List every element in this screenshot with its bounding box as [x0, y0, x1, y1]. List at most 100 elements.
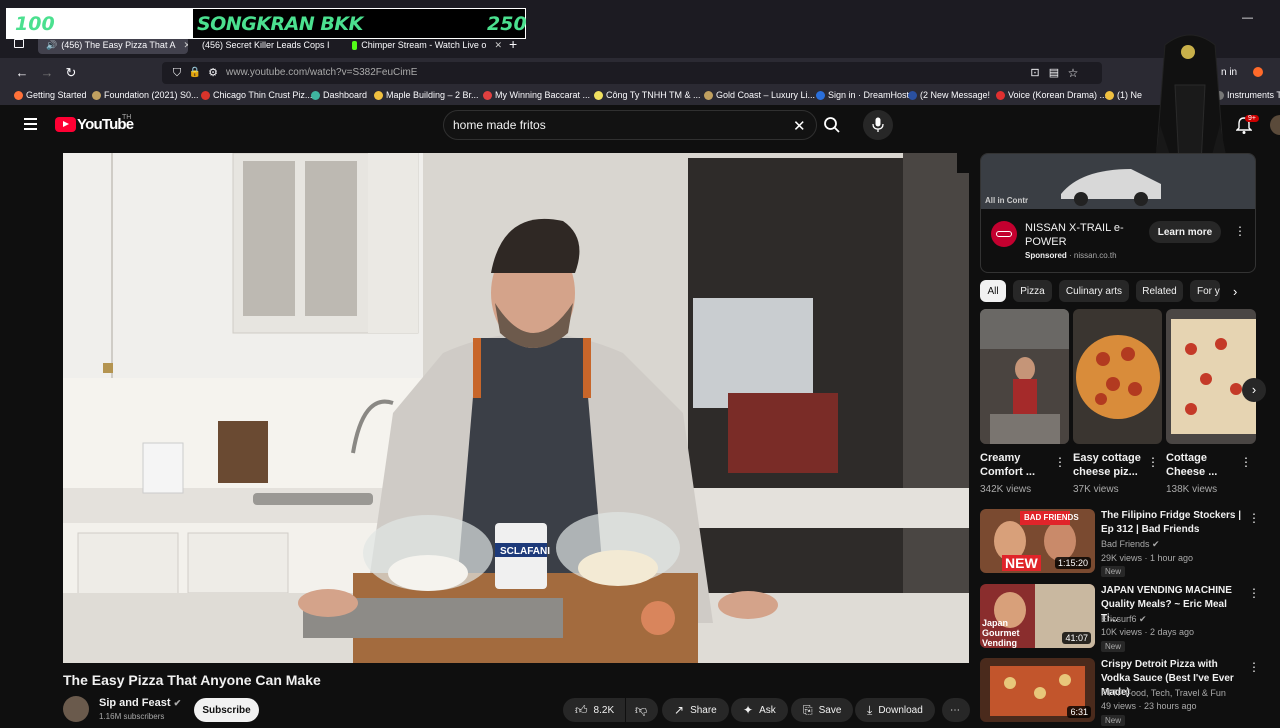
tab-list-icon[interactable]	[14, 39, 24, 48]
video-corner	[957, 153, 969, 173]
verified-icon: ✔	[1139, 614, 1147, 624]
bookmark-item[interactable]: (1) Ne	[1105, 90, 1142, 100]
learn-more-button[interactable]: Learn more	[1149, 221, 1221, 243]
bookmark-item[interactable]: (2 New Message!	[908, 90, 990, 100]
chip-pizza[interactable]: Pizza	[1013, 280, 1052, 302]
extension-fox-icon[interactable]	[1253, 67, 1263, 77]
forward-icon[interactable]: →	[40, 66, 54, 80]
speaker-icon: 🔊	[46, 40, 57, 51]
short-thumbnail[interactable]	[1073, 309, 1162, 444]
bookmark-item[interactable]: Voice (Korean Drama) ...	[996, 90, 1107, 100]
bookmark-item[interactable]: Gold Coast – Luxury Li...	[704, 90, 815, 100]
voice-search-button[interactable]	[863, 110, 893, 140]
bookmark-item[interactable]: Getting Started	[14, 90, 87, 100]
short-title[interactable]: Cottage Cheese ...	[1166, 451, 1236, 479]
url-text[interactable]: www.youtube.com/watch?v=S382FeuCimE	[226, 67, 417, 78]
menu-icon[interactable]	[24, 118, 37, 129]
chip-all[interactable]: All	[980, 280, 1006, 302]
back-icon[interactable]: ←	[15, 66, 29, 80]
close-tab-icon[interactable]: ✕	[183, 40, 188, 51]
dislike-button[interactable]: 👎︎	[626, 698, 658, 722]
download-button[interactable]: ⤓Download	[855, 698, 935, 722]
bookmark-label: My Winning Baccarat ...	[495, 90, 590, 100]
channel-name[interactable]: Bad Friends ✔	[1101, 539, 1160, 550]
bookmark-favicon-icon	[1105, 91, 1114, 100]
ad-more-icon[interactable]: ⋮	[1234, 224, 1246, 238]
ad-title[interactable]: NISSAN X-TRAIL e-POWER	[1025, 221, 1135, 249]
close-tab-icon[interactable]: ✕	[494, 40, 502, 51]
short-more-icon[interactable]: ⋮	[1240, 455, 1252, 469]
permissions-icon[interactable]: ⚙	[206, 66, 220, 80]
like-button[interactable]: 👍︎8.2K	[563, 698, 625, 722]
chips-next-icon[interactable]: ›	[1233, 284, 1237, 299]
bookmark-label: (2 New Message!	[920, 90, 990, 100]
new-badge: New	[1101, 641, 1125, 652]
lock-icon[interactable]: 🔒	[188, 66, 202, 80]
video-title[interactable]: The Filipino Fridge Stockers | Ep 312 | …	[1101, 509, 1246, 537]
channel-name[interactable]: FTTF Food, Tech, Travel & Fun	[1101, 688, 1226, 698]
short-more-icon[interactable]: ⋮	[1147, 455, 1159, 469]
minimize-icon[interactable]: —	[1242, 12, 1253, 24]
more-actions-icon[interactable]: ⋮	[1248, 660, 1260, 674]
bookmark-item[interactable]: Sign in · DreamHost	[816, 90, 909, 100]
save-icon: ⎘	[803, 703, 813, 718]
channel-name[interactable]: Ericsurf6 ✔	[1101, 614, 1147, 625]
search-icon[interactable]	[823, 116, 841, 134]
chip-related[interactable]: Related	[1136, 280, 1183, 302]
chip-for-you[interactable]: For y	[1190, 280, 1220, 302]
short-thumbnail[interactable]	[980, 309, 1069, 444]
share-button[interactable]: ↗Share	[662, 698, 729, 722]
short-thumbnail[interactable]	[1166, 309, 1256, 444]
short-more-icon[interactable]: ⋮	[1054, 455, 1066, 469]
video-duration: 1:15:20	[1055, 557, 1091, 569]
list-item[interactable]: BAD FRIENDS NEW 1:15:20 The Filipino Fri…	[980, 509, 1256, 579]
more-actions-button[interactable]: ⋯	[942, 698, 970, 722]
more-actions-icon[interactable]: ⋮	[1248, 586, 1260, 600]
screenshot-icon[interactable]: ⊡	[1028, 66, 1042, 80]
bookmark-item[interactable]: Công Ty TNHH TM & ...	[594, 90, 701, 100]
reload-icon[interactable]: ↻	[64, 66, 78, 80]
short-title[interactable]: Creamy Comfort ...	[980, 451, 1050, 479]
notification-count-badge: 9+	[1245, 115, 1259, 122]
list-item[interactable]: 6:31 Crispy Detroit Pizza with Vodka Sau…	[980, 658, 1256, 728]
bookmark-item[interactable]: Dashboard	[311, 90, 367, 100]
youtube-logo-icon[interactable]	[55, 117, 76, 132]
video-meta: 29K views · 1 hour ago	[1101, 553, 1193, 563]
video-thumbnail[interactable]: Japan Gourmet Vending 41:07	[980, 584, 1095, 648]
more-actions-icon[interactable]: ⋮	[1248, 511, 1260, 525]
reader-view-icon[interactable]: ▤	[1047, 66, 1061, 80]
bookmark-label: Getting Started	[26, 90, 87, 100]
save-button[interactable]: ⎘Save	[791, 698, 853, 722]
search-input[interactable]: home made fritos	[453, 118, 546, 132]
bookmark-label: Sign in · DreamHost	[828, 90, 909, 100]
microphone-icon	[872, 117, 884, 133]
video-player[interactable]: SCLAFANI	[63, 153, 969, 663]
clear-search-icon[interactable]: ✕	[793, 117, 806, 135]
list-item[interactable]: Japan Gourmet Vending 41:07 JAPAN VENDIN…	[980, 584, 1256, 654]
thumb-new-badge: NEW	[1002, 555, 1041, 571]
short-title[interactable]: Easy cottage cheese piz...	[1073, 451, 1145, 479]
kick-favicon-icon	[352, 41, 357, 50]
verified-icon: ✔	[174, 698, 182, 708]
shield-icon[interactable]: ⛉	[170, 66, 184, 80]
video-title: The Easy Pizza That Anyone Can Make	[63, 672, 321, 688]
bookmark-label: Voice (Korean Drama) ...	[1008, 90, 1107, 100]
bookmark-star-icon[interactable]: ☆	[1066, 66, 1080, 80]
bookmark-item[interactable]: Chicago Thin Crust Piz...	[201, 90, 312, 100]
video-thumbnail[interactable]: 6:31	[980, 658, 1095, 722]
video-thumbnail[interactable]: BAD FRIENDS NEW 1:15:20	[980, 509, 1095, 573]
channel-name[interactable]: Sip and Feast ✔	[99, 697, 181, 709]
ask-button[interactable]: ✦Ask	[731, 698, 788, 722]
shorts-next-button[interactable]: ›	[1242, 378, 1266, 402]
video-duration: 6:31	[1067, 706, 1091, 718]
bookmark-label: Maple Building – 2 Br...	[386, 90, 479, 100]
bookmark-item[interactable]: Foundation (2021) S0...	[92, 90, 199, 100]
stream-overlay: 100 SONGKRAN BKK 250	[6, 8, 526, 39]
chip-culinary-arts[interactable]: Culinary arts	[1059, 280, 1129, 302]
subscribe-button[interactable]: Subscribe	[194, 698, 259, 722]
channel-avatar[interactable]	[63, 696, 89, 722]
bookmark-item[interactable]: Maple Building – 2 Br...	[374, 90, 479, 100]
video-duration: 41:07	[1062, 632, 1091, 644]
bookmark-item[interactable]: My Winning Baccarat ...	[483, 90, 590, 100]
ad-card[interactable]: All in Contr NISSAN X-TRAIL e-POWER Spon…	[980, 153, 1256, 273]
